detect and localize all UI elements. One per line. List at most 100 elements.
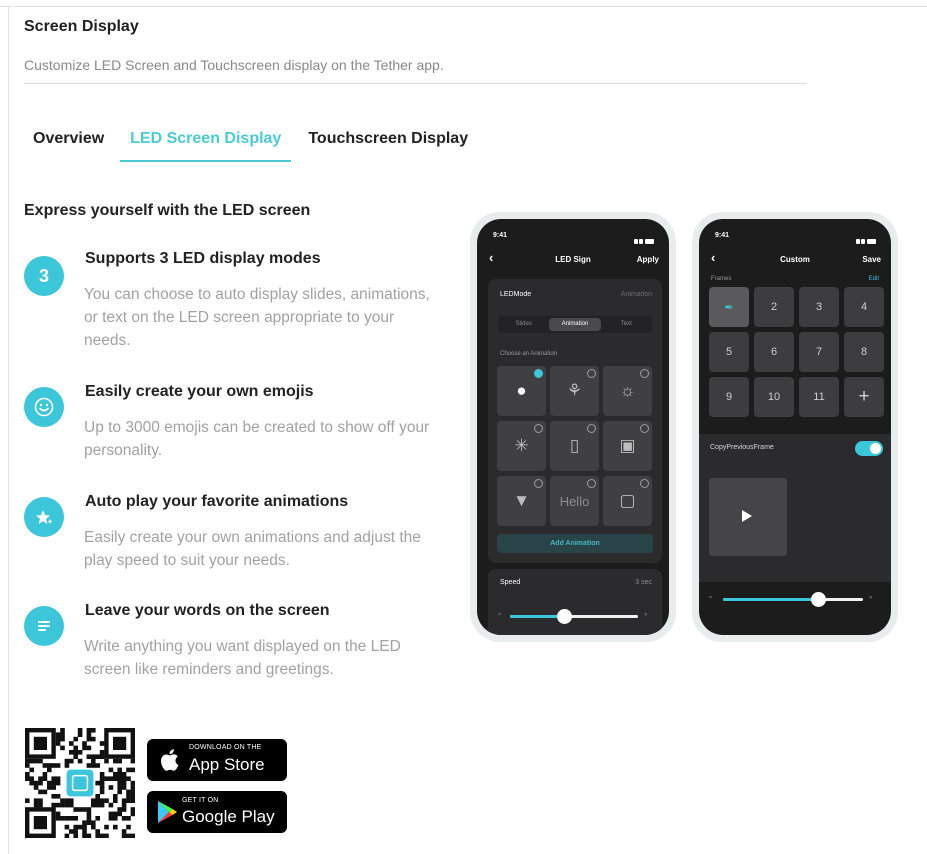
tab-led-screen-display[interactable]: LED Screen Display xyxy=(120,128,292,162)
animation-sparkle[interactable]: ✳ xyxy=(497,421,546,471)
speed-value: 3 sec xyxy=(635,579,652,586)
top-border xyxy=(0,6,927,7)
frame-cell[interactable]: 7 xyxy=(799,332,839,372)
qr-code xyxy=(25,728,136,839)
speed-slider[interactable] xyxy=(510,609,638,624)
google-play-icon xyxy=(158,801,177,823)
add-frame-button[interactable]: + xyxy=(844,377,884,417)
feature-description: Up to 3000 emojis can be created to show… xyxy=(84,419,430,459)
animation-tv[interactable]: ▢ xyxy=(603,476,652,526)
feature-description: You can choose to auto display slides, a… xyxy=(84,286,430,349)
tab-bar: Overview LED Screen Display Touchscreen … xyxy=(24,128,492,162)
speed-label: Speed xyxy=(500,579,521,586)
text-lines-icon xyxy=(24,606,64,646)
feature-description: Write anything you want displayed on the… xyxy=(84,638,401,678)
appstore-label: App Store xyxy=(189,755,265,774)
apply-button[interactable]: Apply xyxy=(637,255,659,264)
animation-phone[interactable]: ▯ xyxy=(550,421,599,471)
app-store-badge[interactable]: DOWNLOAD ON THE App Store xyxy=(147,739,287,781)
tab-overview[interactable]: Overview xyxy=(24,128,104,162)
frame-cell[interactable]: 5 xyxy=(709,332,749,372)
hello-text: Hello xyxy=(559,493,590,509)
app-nav-bar: ‹ Custom Save xyxy=(699,251,891,272)
phone-mockup-led-sign: 9:41 ‹ LED Sign Apply LEDMode Animation … xyxy=(470,212,676,642)
led-mode-value: Animation xyxy=(620,291,652,298)
star-sparkle-icon xyxy=(24,497,64,537)
divider xyxy=(24,83,807,84)
slow-icon: ≈ xyxy=(709,595,713,601)
apple-icon xyxy=(160,749,179,771)
phone-screen: 9:41 ‹ Custom Save Frames Edit ✒ 2 3 4 5… xyxy=(699,219,891,635)
tab-touchscreen-display[interactable]: Touchscreen Display xyxy=(308,128,468,162)
status-time: 9:41 xyxy=(715,232,730,239)
animation-grid: ● ⚘ ☼ ✳ ▯ ▣ ▼ Hello ▢ xyxy=(497,366,653,526)
animation-robot[interactable]: ▣ xyxy=(603,421,652,471)
fast-icon: » xyxy=(644,612,648,618)
status-time: 9:41 xyxy=(493,232,508,239)
animation-rings[interactable]: ⚘ xyxy=(550,366,599,416)
slider-knob[interactable] xyxy=(811,592,827,607)
save-button[interactable]: Save xyxy=(862,255,881,264)
add-animation-button[interactable]: Add Animation xyxy=(497,534,653,553)
tv-icon: ▢ xyxy=(619,491,636,510)
frame-cell[interactable]: 3 xyxy=(799,287,839,327)
phone-screen: 9:41 ‹ LED Sign Apply LEDMode Animation … xyxy=(477,219,669,635)
cocktail-icon: ▼ xyxy=(513,491,530,510)
app-nav-bar: ‹ LED Sign Apply xyxy=(477,251,669,272)
animation-cocktail[interactable]: ▼ xyxy=(497,476,546,526)
phone-icon: ▯ xyxy=(569,436,580,455)
left-border xyxy=(8,6,9,854)
animation-hello[interactable]: Hello xyxy=(550,476,599,526)
speed-panel: Speed 3 sec ≈ » xyxy=(488,569,662,635)
frame-cell[interactable]: 8 xyxy=(844,332,884,372)
fast-icon: » xyxy=(869,595,873,601)
slider-knob[interactable] xyxy=(556,609,572,624)
frame-preview xyxy=(709,478,787,556)
brush-icon: ✒ xyxy=(724,301,734,314)
feature-title: Easily create your own emojis xyxy=(85,383,314,400)
frame-cell[interactable]: 4 xyxy=(844,287,884,327)
frame-cell[interactable]: 11 xyxy=(799,377,839,417)
play-icon[interactable] xyxy=(742,510,752,522)
feature-description: Easily create your own animations and ad… xyxy=(84,529,421,569)
gplay-small-label: GET IT ON xyxy=(182,797,219,804)
segment-text[interactable]: Text xyxy=(601,316,652,333)
smiley-face-icon xyxy=(24,387,64,427)
frame-cell-selected[interactable]: ✒ xyxy=(709,287,749,327)
feature-headline: Express yourself with the LED screen xyxy=(24,202,311,219)
frames-grid: ✒ 2 3 4 5 6 7 8 9 10 11 + xyxy=(709,287,885,417)
gplay-label: Google Play xyxy=(182,807,275,826)
copy-previous-frame-toggle[interactable] xyxy=(855,441,883,456)
mode-segmented-control: Slides Animation Text xyxy=(498,316,652,333)
slow-icon: ≈ xyxy=(498,612,502,618)
robot-icon: ▣ xyxy=(619,436,636,455)
animation-sun[interactable]: ☼ xyxy=(603,366,652,416)
slider-fill xyxy=(510,615,564,618)
edit-button[interactable]: Edit xyxy=(869,276,879,282)
slider-fill xyxy=(723,598,819,601)
choose-animation-label: Choose an Animation xyxy=(500,351,558,357)
number-3-icon: 3 xyxy=(24,256,64,296)
led-mode-panel: LEDMode Animation Slides Animation Text … xyxy=(488,279,662,563)
frame-cell[interactable]: 6 xyxy=(754,332,794,372)
speed-slider[interactable] xyxy=(723,592,863,607)
google-play-badge[interactable]: GET IT ON Google Play xyxy=(147,791,287,833)
sparkle-icon: ✳ xyxy=(514,436,529,455)
copy-previous-frame-label: CopyPreviousFrame xyxy=(710,444,774,451)
frame-cell[interactable]: 10 xyxy=(754,377,794,417)
segment-slides[interactable]: Slides xyxy=(498,316,549,333)
segment-animation[interactable]: Animation xyxy=(549,318,601,331)
feature-title: Auto play your favorite animations xyxy=(85,493,349,510)
frames-label: Frames xyxy=(711,276,732,282)
feature-title: Leave your words on the screen xyxy=(85,602,330,619)
rings-icon: ⚘ xyxy=(566,381,583,400)
phone-mockup-custom: 9:41 ‹ Custom Save Frames Edit ✒ 2 3 4 5… xyxy=(692,212,898,642)
led-mode-label: LEDMode xyxy=(500,291,532,298)
feature-title: Supports 3 LED display modes xyxy=(85,250,321,267)
frame-cell[interactable]: 9 xyxy=(709,377,749,417)
copy-frame-panel: CopyPreviousFrame xyxy=(699,434,891,582)
animation-pacman[interactable]: ● xyxy=(497,366,546,416)
status-icons xyxy=(633,231,655,244)
pacman-icon: ● xyxy=(516,381,527,400)
frame-cell[interactable]: 2 xyxy=(754,287,794,327)
